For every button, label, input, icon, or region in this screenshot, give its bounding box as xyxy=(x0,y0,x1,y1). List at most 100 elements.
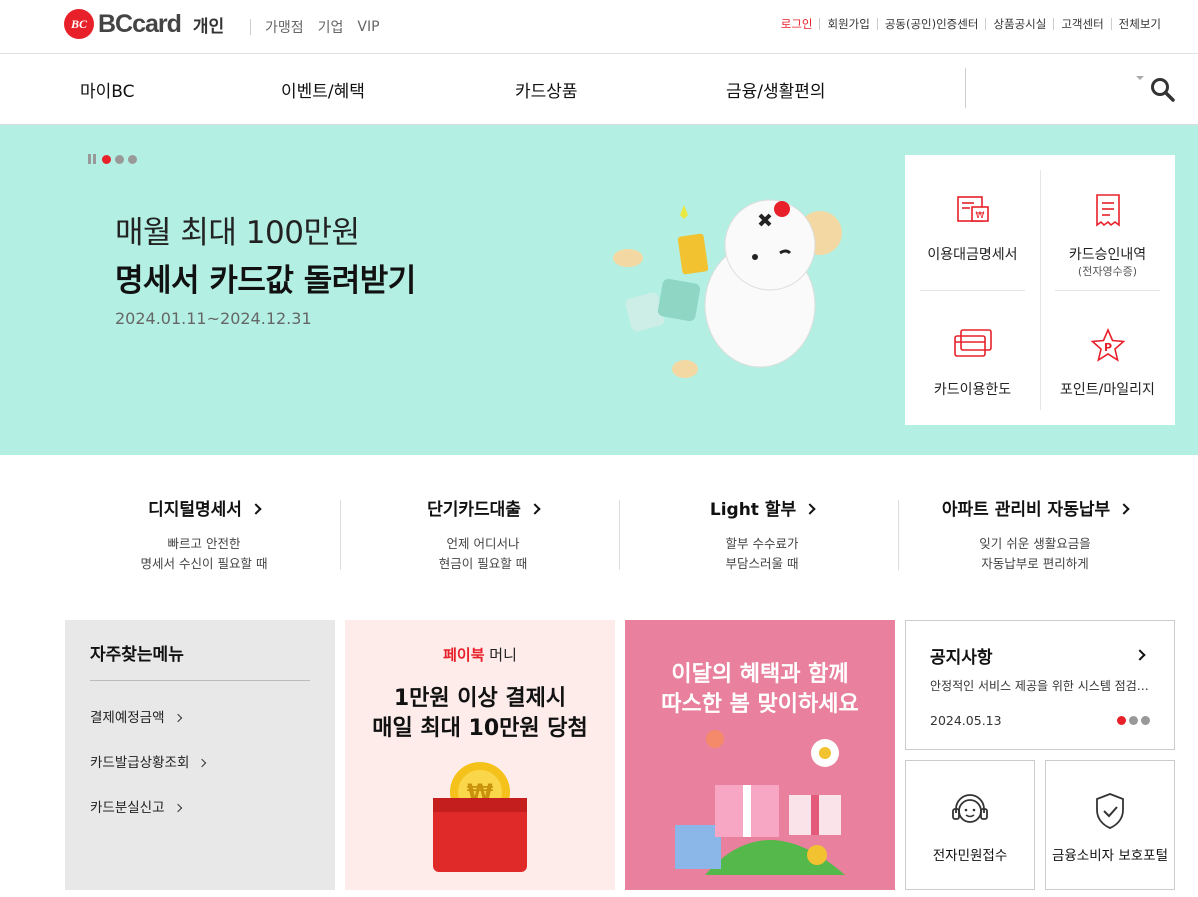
service-title: Light 할부 xyxy=(709,500,797,520)
frequent-item-lost-card[interactable]: 카드분실신고 xyxy=(90,796,182,816)
product-disclosure-link[interactable]: 상품공시실 xyxy=(985,18,1053,30)
service-desc: 빠르고 안전한 xyxy=(167,536,241,551)
utility-links: 로그인 회원가입 공동(공인)인증센터 상품공시실 고객센터 전체보기 xyxy=(774,18,1168,30)
service-desc: 명세서 수신이 필요할 때 xyxy=(140,556,268,571)
service-digital-statement[interactable]: 디지털명세서 빠르고 안전한명세서 수신이 필요할 때 xyxy=(64,495,344,574)
caret-down-icon[interactable] xyxy=(1136,76,1144,80)
hero-period: 2024.01.11~2024.12.31 xyxy=(115,309,312,328)
bc-logo-mark: BC xyxy=(64,9,94,39)
view-all-link[interactable]: 전체보기 xyxy=(1110,18,1168,30)
service-desc: 언제 어디서나 xyxy=(446,536,520,551)
notice-title: 공지사항 xyxy=(930,648,993,668)
login-link[interactable]: 로그인 xyxy=(774,18,820,30)
svg-text:P: P xyxy=(1103,341,1111,354)
slide-controls xyxy=(88,154,141,164)
promo-line: 매일 최대 10만원 당첨 xyxy=(372,716,588,741)
svg-text:₩: ₩ xyxy=(975,211,984,221)
customer-center-link[interactable]: 고객센터 xyxy=(1053,18,1110,30)
monthly-benefit-promo[interactable]: 이달의 혜택과 함께 따스한 봄 맞이하세요 xyxy=(625,620,895,890)
main-navigation: 마이BC 이벤트/혜택 카드상품 금융/생활편의 xyxy=(0,54,1198,125)
notice-dot[interactable] xyxy=(1129,716,1138,725)
paybook-money-promo[interactable]: 페이북 머니 1만원 이상 결제시 매일 최대 10만원 당첨 ₩ xyxy=(345,620,615,890)
signup-link[interactable]: 회원가입 xyxy=(819,18,876,30)
frequent-menu-rule xyxy=(90,680,310,681)
gift-box-illustration xyxy=(675,730,845,875)
card-limit-icon xyxy=(953,328,993,362)
quick-label: 카드이용한도 xyxy=(933,382,1012,398)
paybook-brand-suffix: 머니 xyxy=(489,646,517,664)
tile-label: 금융소비자 보호포털 xyxy=(1051,848,1169,864)
chevron-right-icon xyxy=(173,803,182,813)
service-divider xyxy=(619,500,620,570)
tile-label: 전자민원접수 xyxy=(932,848,1008,864)
quick-label: 이용대금명세서 xyxy=(927,247,1018,263)
quick-limit[interactable]: 카드이용한도 xyxy=(905,290,1040,425)
promo-line: 이달의 혜택과 함께 xyxy=(671,662,849,687)
service-apartment-autopay[interactable]: 아파트 관리비 자동납부 잊기 쉬운 생활요금을 자동납부로 편리하게 xyxy=(895,495,1175,574)
chevron-right-icon[interactable] xyxy=(1134,649,1146,661)
chevron-right-icon xyxy=(250,503,262,515)
statement-icon: ₩ xyxy=(956,193,990,229)
frequent-menu-panel: 자주찾는메뉴 결제예정금액 카드발급상황조회 카드분실신고 xyxy=(65,620,335,890)
paybook-brand: 페이북 머니 xyxy=(345,644,615,665)
segment-divider xyxy=(250,19,251,35)
service-title: 디지털명세서 xyxy=(148,500,242,520)
chevron-right-icon xyxy=(198,758,207,768)
paybook-brand-name: 페이북 xyxy=(443,646,485,664)
cert-center-link[interactable]: 공동(공인)인증센터 xyxy=(876,18,986,30)
quick-menu-panel: ₩ 이용대금명세서 카드승인내역 (전자영수증) 카드이용한도 P 포인트/마일… xyxy=(905,155,1175,425)
slide-dot[interactable] xyxy=(115,154,124,164)
slide-dot[interactable] xyxy=(102,154,111,164)
service-title: 단기카드대출 xyxy=(427,500,521,520)
notice-dot[interactable] xyxy=(1141,716,1150,725)
quick-sublabel: (전자영수증) xyxy=(1077,265,1138,278)
shield-check-icon xyxy=(1092,791,1128,835)
notice-pager xyxy=(1114,716,1150,725)
service-desc: 자동납부로 편리하게 xyxy=(981,556,1089,571)
service-desc: 현금이 필요할 때 xyxy=(438,556,528,571)
nav-divider xyxy=(965,68,966,108)
hero-title: 명세서 카드값 돌려받기 xyxy=(115,263,416,299)
segment-business-link[interactable]: 기업 xyxy=(318,17,344,37)
chevron-right-icon xyxy=(173,713,182,723)
chevron-right-icon xyxy=(529,503,541,515)
segment-merchant-link[interactable]: 가맹점 xyxy=(265,17,304,37)
frequent-item-label: 카드발급상황조회 xyxy=(90,755,190,771)
notice-dot[interactable] xyxy=(1117,716,1126,725)
frequent-menu-title: 자주찾는메뉴 xyxy=(90,645,184,665)
service-short-loan[interactable]: 단기카드대출 언제 어디서나현금이 필요할 때 xyxy=(343,495,623,574)
nav-card-products[interactable]: 카드상품 xyxy=(515,77,578,102)
consumer-protection-tile[interactable]: 금융소비자 보호포털 xyxy=(1045,760,1175,890)
quick-points[interactable]: P 포인트/마일리지 xyxy=(1040,290,1175,425)
bc-card-logo[interactable]: BC BCcard 개인 xyxy=(64,9,224,39)
quick-statement[interactable]: ₩ 이용대금명세서 xyxy=(905,155,1040,290)
chevron-right-icon xyxy=(804,503,816,515)
segment-vip-link[interactable]: VIP xyxy=(357,19,379,35)
service-light-installment[interactable]: Light 할부 할부 수수료가 부담스러울 때 xyxy=(622,495,902,574)
quick-label: 카드승인내역 xyxy=(1068,247,1147,263)
frequent-item-payment-due[interactable]: 결제예정금액 xyxy=(90,706,182,726)
promo-line: 따스한 봄 맞이하세요 xyxy=(661,692,859,717)
bc-logo-text: BCcard xyxy=(98,9,182,38)
pause-icon[interactable] xyxy=(88,154,96,164)
civil-complaint-tile[interactable]: 전자민원접수 xyxy=(905,760,1035,890)
quick-approval[interactable]: 카드승인내역 (전자영수증) xyxy=(1040,155,1175,290)
headset-icon xyxy=(950,791,990,835)
promo-line: 1만원 이상 결제시 xyxy=(393,686,567,711)
notice-body[interactable]: 안정적인 서비스 제공을 위한 시스템 점검 안내 xyxy=(930,677,1150,694)
service-desc: 할부 수수료가 xyxy=(725,536,799,551)
frequent-item-issue-status[interactable]: 카드발급상황조회 xyxy=(90,751,207,771)
hero-headline: 매월 최대 100만원 xyxy=(115,215,360,251)
tiger-mascot-illustration xyxy=(600,195,860,399)
notice-panel[interactable]: 공지사항 안정적인 서비스 제공을 위한 시스템 점검 안내 2024.05.1… xyxy=(905,620,1175,750)
nav-events[interactable]: 이벤트/혜택 xyxy=(281,77,365,102)
slide-dot[interactable] xyxy=(128,154,137,164)
nav-my-bc[interactable]: 마이BC xyxy=(80,77,135,102)
segment-links: 가맹점 기업 VIP xyxy=(250,17,394,37)
top-bar: BC BCcard 개인 가맹점 기업 VIP 로그인 회원가입 공동(공인)인… xyxy=(0,0,1198,54)
nav-finance[interactable]: 금융/생활편의 xyxy=(726,77,826,102)
service-desc: 잊기 쉬운 생활요금을 xyxy=(979,536,1091,551)
red-bag-coin-illustration: ₩ xyxy=(433,762,527,872)
search-icon[interactable] xyxy=(1150,77,1176,107)
receipt-icon xyxy=(1093,193,1123,231)
